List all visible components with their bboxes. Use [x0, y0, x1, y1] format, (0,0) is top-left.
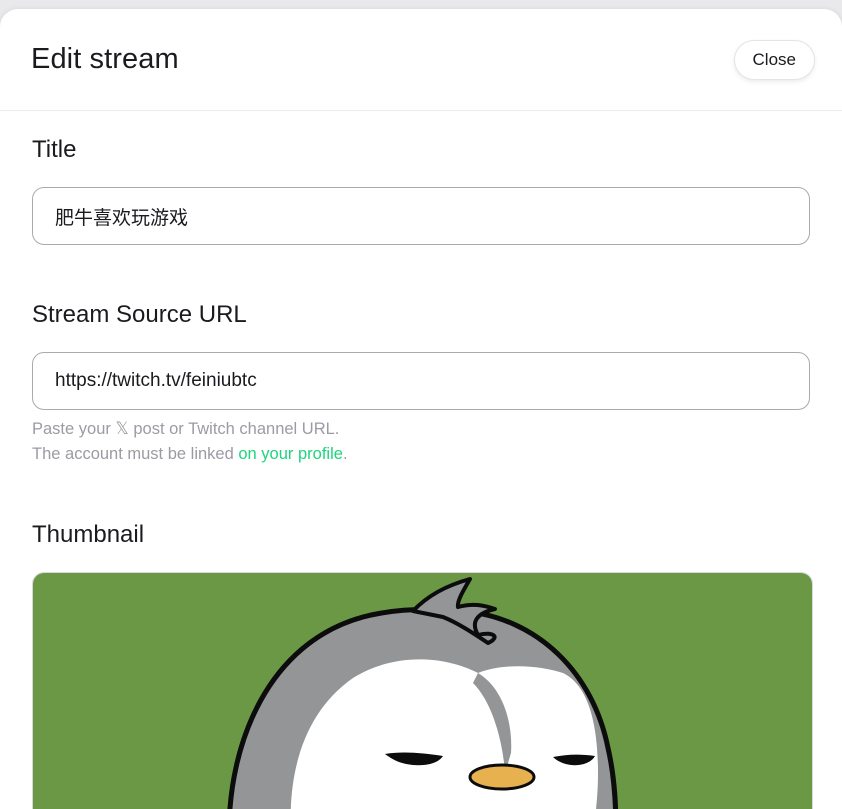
modal-title: Edit stream: [31, 43, 179, 75]
title-input[interactable]: [53, 204, 789, 228]
hint-line-2-prefix: The account must be linked: [32, 445, 239, 463]
title-label: Title: [32, 136, 77, 163]
thumbnail-label: Thumbnail: [32, 521, 145, 548]
edit-stream-modal: Edit stream Close Title Stream Source UR…: [0, 9, 842, 809]
hint-line-1: Paste your 𝕏 post or Twitch channel URL.: [32, 420, 340, 438]
source-url-hint: Paste your 𝕏 post or Twitch channel URL.…: [32, 417, 348, 467]
title-field[interactable]: [32, 187, 810, 245]
modal-header: Edit stream Close: [0, 9, 842, 111]
hint-line-2: The account must be linked on your profi…: [32, 442, 348, 467]
profile-link[interactable]: on your profile: [238, 445, 343, 463]
source-url-field[interactable]: [32, 352, 810, 410]
penguin-beak: [468, 763, 536, 791]
penguin-thumbnail-art: [33, 573, 812, 809]
source-url-label: Stream Source URL: [32, 301, 247, 328]
source-url-input[interactable]: [53, 369, 789, 393]
close-button[interactable]: Close: [733, 40, 815, 80]
hint-line-2-suffix: .: [342, 445, 348, 463]
thumbnail-image[interactable]: [32, 572, 813, 809]
